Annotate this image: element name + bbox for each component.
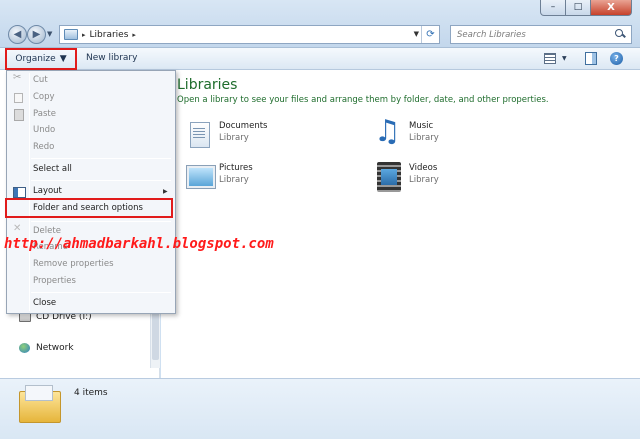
library-videos[interactable]: Videos Library [372,162,439,192]
videos-library-icon [372,162,404,192]
view-options-chevron-icon[interactable]: ▼ [562,55,567,62]
menu-separator [31,180,171,181]
library-type: Library [409,133,439,143]
close-icon: X [607,1,615,13]
search-icon[interactable] [612,27,628,43]
search-input[interactable]: Search Libraries [457,30,612,40]
address-dropdown-icon[interactable]: ▼ [414,30,419,38]
menu-item-paste[interactable]: Paste [33,109,56,119]
watermark-text: http://ahmadbarkahl.blogspot.com [4,236,274,252]
recent-pages-dropdown-icon[interactable]: ▼ [47,30,52,38]
music-library-icon [372,114,404,150]
menu-item-properties[interactable]: Properties [33,276,76,286]
maximize-button[interactable]: □ [566,0,590,16]
submenu-arrow-icon: ▶ [163,188,168,195]
documents-library-icon [182,120,214,150]
library-pictures[interactable]: Pictures Library [182,162,253,192]
menu-item-delete[interactable]: Delete [33,226,61,236]
refresh-button[interactable]: ⟳ [421,26,439,43]
menu-item-cut[interactable]: Cut [33,75,48,85]
menu-item-remove-properties[interactable]: Remove properties [33,259,114,269]
menu-item-redo[interactable]: Redo [33,142,54,152]
forward-button[interactable]: ▶ [27,25,46,44]
delete-icon [13,223,23,236]
page-description: Open a library to see your files and arr… [177,95,549,105]
menu-gutter [29,73,30,311]
library-documents[interactable]: Documents Library [182,120,267,150]
nav-item-network[interactable]: Network [19,343,74,353]
layout-icon [13,187,26,198]
command-bar: Organize ▼ New library ▼ ? [0,48,640,70]
page-title: Libraries [177,77,238,93]
libraries-folder-icon [19,385,61,423]
breadcrumb-separator-icon[interactable]: ▸ [82,31,86,39]
scissors-icon [13,72,23,85]
menu-item-select-all[interactable]: Select all [33,164,72,174]
change-view-icon[interactable] [544,53,556,64]
chevron-down-icon: ▼ [59,54,67,64]
organize-label: Organize [15,54,56,64]
library-type: Library [219,133,249,143]
breadcrumb-libraries[interactable]: Libraries [90,30,129,40]
minimize-icon: – [550,2,556,12]
library-name: Videos [409,163,438,173]
highlight-box [5,198,173,218]
back-button[interactable]: ◀ [8,25,27,44]
library-music[interactable]: Music Library [372,114,439,150]
menu-item-close[interactable]: Close [33,298,56,308]
menu-separator [31,292,171,293]
menu-item-undo[interactable]: Undo [33,125,55,135]
maximize-icon: □ [573,2,583,12]
window-controls: – □ X [540,0,632,16]
libraries-folder-icon [64,29,78,40]
network-icon [19,343,31,353]
search-box[interactable]: Search Libraries [450,25,632,44]
forward-arrow-icon: ▶ [32,29,41,40]
new-library-button[interactable]: New library [86,53,137,63]
minimize-button[interactable]: – [540,0,566,16]
nav-item-label: Network [36,343,74,353]
library-name: Music [409,121,434,131]
help-icon[interactable]: ? [610,52,623,65]
paste-icon [13,109,24,121]
menu-item-layout[interactable]: Layout [33,186,62,196]
library-type: Library [409,175,439,185]
organize-menu: Cut Copy Paste Undo Redo Select all Layo… [6,70,176,314]
menu-item-copy[interactable]: Copy [33,92,55,102]
preview-pane-icon[interactable] [585,52,597,65]
menu-separator [31,158,171,159]
back-arrow-icon: ◀ [13,29,22,40]
close-button[interactable]: X [590,0,632,16]
breadcrumb-chevron-icon[interactable]: ▸ [132,31,136,39]
library-type: Library [219,175,249,185]
library-name: Documents [219,121,268,131]
refresh-icon: ⟳ [426,29,435,40]
copy-icon [13,92,23,103]
library-name: Pictures [219,163,253,173]
item-count: 4 items [74,388,108,398]
address-bar[interactable]: ▸ Libraries ▸ ▼ ⟳ [59,25,440,44]
menu-separator [31,221,171,222]
organize-button[interactable]: Organize ▼ [5,48,77,70]
pictures-library-icon [182,162,215,192]
